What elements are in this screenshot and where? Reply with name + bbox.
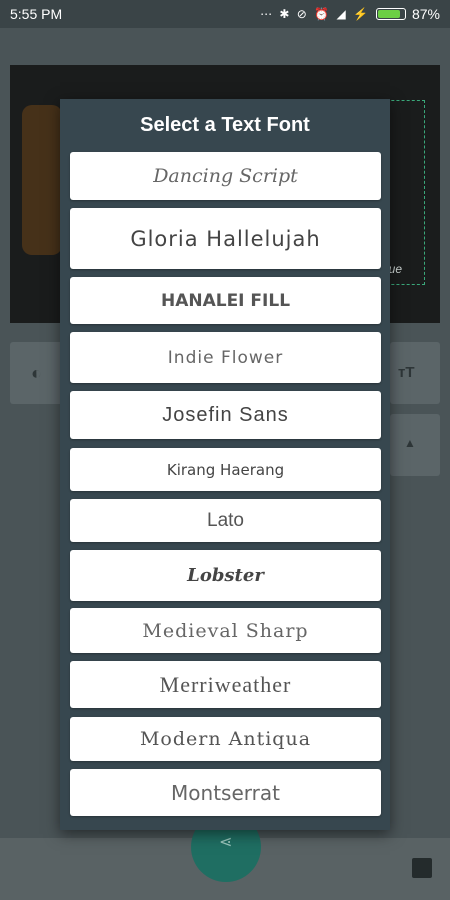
chevron-up-icon: ▲ <box>404 436 416 450</box>
opacity-icon: ◐ <box>31 363 42 383</box>
font-option-medieval-sharp[interactable]: Medieval Sharp <box>70 608 381 653</box>
status-time: 5:55 PM <box>10 6 63 22</box>
font-option-josefin-sans[interactable]: Josefin Sans <box>70 391 381 439</box>
font-dialog: Select a Text Font Dancing Script Gloria… <box>60 99 390 830</box>
font-option-lato[interactable]: Lato <box>70 499 381 542</box>
font-option-indie-flower[interactable]: Indie Flower <box>70 332 381 383</box>
font-option-modern-antiqua[interactable]: Modern Antiqua <box>70 717 381 761</box>
status-icons: ⋯ ✱ ⊘ ⏰ ◢ ⚡ <box>260 7 370 21</box>
font-option-dancing-script[interactable]: Dancing Script <box>70 152 381 200</box>
battery-icon <box>375 8 406 20</box>
dialog-title: Select a Text Font <box>140 114 310 136</box>
save-icon[interactable] <box>412 858 432 878</box>
font-option-kirang-haerang[interactable]: Kirang Haerang <box>70 448 381 491</box>
font-option-montserrat[interactable]: Montserrat <box>70 769 381 816</box>
battery-percent: 87% <box>411 6 440 22</box>
status-right: ⋯ ✱ ⊘ ⏰ ◢ ⚡ 87% <box>260 6 440 22</box>
canvas-image-detail <box>22 105 62 255</box>
text-size-icon: ᴛT <box>398 364 415 381</box>
font-option-hanalei-fill[interactable]: HANALEI FILL <box>70 277 381 324</box>
share-icon: ⋖ <box>219 834 233 851</box>
status-bar: 5:55 PM ⋯ ✱ ⊘ ⏰ ◢ ⚡ 87% <box>0 0 450 28</box>
font-option-lobster[interactable]: Lobster <box>70 550 381 601</box>
font-option-gloria-hallelujah[interactable]: Gloria Hallelujah <box>70 208 381 269</box>
battery-fill <box>377 10 401 18</box>
font-option-merriweather[interactable]: Merriweather <box>70 661 381 708</box>
